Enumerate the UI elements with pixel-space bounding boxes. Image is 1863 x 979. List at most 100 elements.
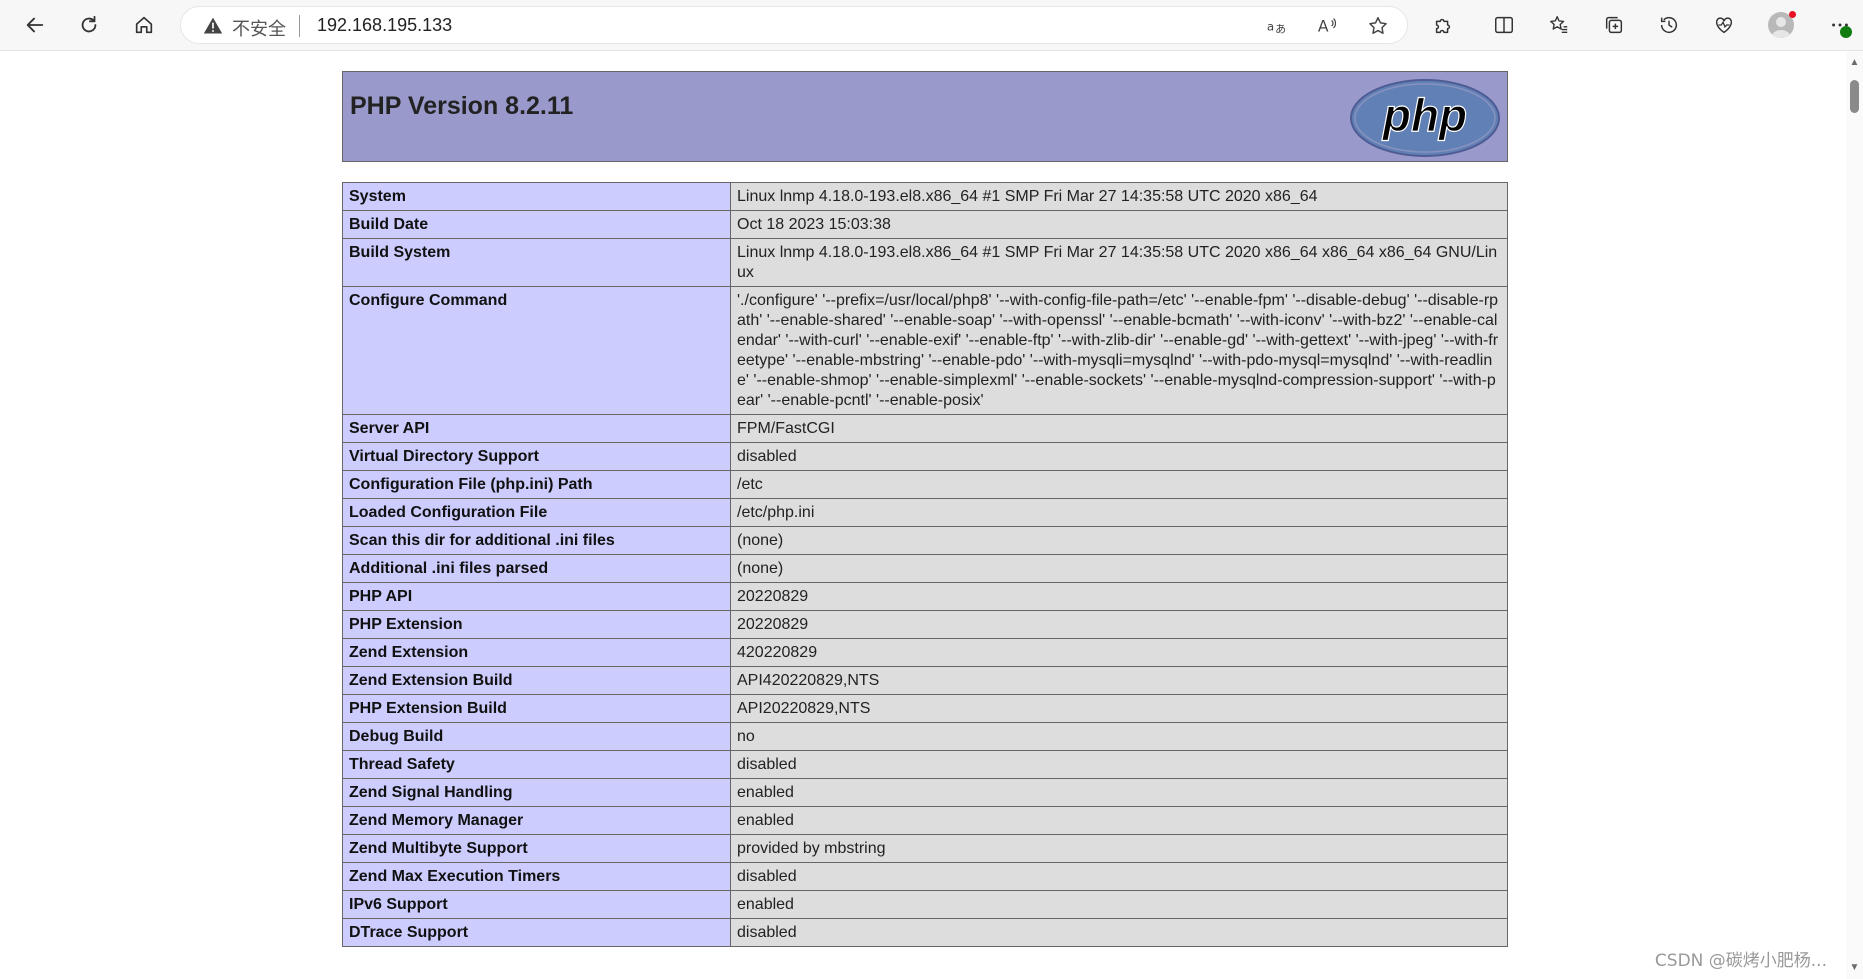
collections-button[interactable] [1596, 7, 1632, 43]
scroll-down-arrow-icon[interactable]: ▼ [1848, 963, 1861, 973]
table-row: PHP Extension 20220829 [342, 610, 1508, 639]
collections-icon [1605, 16, 1623, 34]
more-menu-button[interactable] [1822, 7, 1858, 43]
table-row: Zend Max Execution Timers disabled [342, 862, 1508, 891]
table-row: Zend Extension Build API420220829,NTS [342, 666, 1508, 695]
row-value: FPM/FastCGI [730, 414, 1508, 443]
heart-pulse-icon [1715, 17, 1733, 34]
table-row: PHP Extension Build API20220829,NTS [342, 694, 1508, 723]
row-value: API20220829,NTS [730, 694, 1508, 723]
refresh-button[interactable] [71, 7, 107, 43]
row-value: enabled [730, 890, 1508, 919]
row-key: DTrace Support [342, 918, 731, 947]
address-separator [299, 15, 300, 37]
row-key: Zend Multibyte Support [342, 834, 731, 863]
table-row: Virtual Directory Support disabled [342, 442, 1508, 471]
table-row: Loaded Configuration File/etc/php.ini [342, 498, 1508, 527]
row-key: Zend Max Execution Timers [342, 862, 731, 891]
profile-notification-dot [1789, 11, 1796, 18]
read-aloud-icon[interactable]: A [1316, 15, 1338, 37]
row-key: Zend Extension [342, 638, 731, 667]
history-icon [1660, 17, 1678, 34]
row-key: Additional .ini files parsed [342, 554, 731, 583]
row-value: enabled [730, 778, 1508, 807]
row-key: Thread Safety [342, 750, 731, 779]
row-value: Oct 18 2023 15:03:38 [730, 210, 1508, 239]
row-key: Scan this dir for additional .ini files [342, 526, 731, 555]
row-key: PHP Extension Build [342, 694, 731, 723]
row-value: /etc/php.ini [730, 498, 1508, 527]
vertical-scrollbar[interactable] [1846, 51, 1863, 979]
table-row: Zend Extension 420220829 [342, 638, 1508, 667]
puzzle-icon [1435, 18, 1451, 34]
security-label[interactable]: 不安全 [232, 15, 286, 41]
table-row: Build System Linux lnmp 4.18.0-193.el8.x8… [342, 238, 1508, 287]
svg-text:あ: あ [1275, 22, 1286, 35]
row-value: API420220829,NTS [730, 666, 1508, 695]
row-key: Build System [342, 238, 731, 287]
svg-text:a: a [1267, 20, 1274, 34]
warning-icon [203, 17, 223, 34]
row-key: Zend Signal Handling [342, 778, 731, 807]
row-value: 20220829 [730, 610, 1508, 639]
row-value: (none) [730, 526, 1508, 555]
row-value: disabled [730, 442, 1508, 471]
table-row: DTrace Support disabled [342, 918, 1508, 947]
table-row: Zend Signal Handling enabled [342, 778, 1508, 807]
table-row: Scan this dir for additional .ini files(… [342, 526, 1508, 555]
page-title: PHP Version 8.2.11 [350, 92, 574, 120]
performance-button[interactable] [1706, 7, 1742, 43]
row-key: System [342, 182, 731, 211]
favorites-list-icon [1550, 16, 1568, 34]
php-info-table-body: System Linux lnmp 4.18.0-193.el8.x86_64 #… [342, 182, 1508, 947]
url-text[interactable]: 192.168.195.133 [317, 15, 452, 36]
scroll-up-arrow-icon[interactable]: ▲ [1848, 58, 1861, 68]
refresh-icon [81, 15, 97, 33]
row-key: Configuration File (php.ini) Path [342, 470, 731, 499]
table-row: Configuration File (php.ini) Path/etc [342, 470, 1508, 499]
row-value: disabled [730, 750, 1508, 779]
browser-toolbar: 不安全 192.168.195.133 aあ A [0, 0, 1863, 51]
php-info-table: System Linux lnmp 4.18.0-193.el8.x86_64 #… [342, 182, 1508, 947]
row-key: Virtual Directory Support [342, 442, 731, 471]
watermark-text: CSDN @碳烤小肥杨... [1654, 951, 1827, 971]
favorite-star-icon[interactable] [1367, 15, 1389, 37]
translate-icon[interactable]: aあ [1266, 15, 1288, 37]
history-button[interactable] [1651, 7, 1687, 43]
split-screen-button[interactable] [1486, 7, 1522, 43]
row-key: PHP API [342, 582, 731, 611]
table-row: Build Date Oct 18 2023 15:03:38 [342, 210, 1508, 239]
row-key: Zend Extension Build [342, 666, 731, 695]
row-key: Zend Memory Manager [342, 806, 731, 835]
favorites-button[interactable] [1541, 7, 1577, 43]
table-row: Thread Safety disabled [342, 750, 1508, 779]
row-key: Debug Build [342, 722, 731, 751]
row-value: provided by mbstring [730, 834, 1508, 863]
scrollbar-thumb[interactable] [1850, 80, 1859, 113]
row-value: enabled [730, 806, 1508, 835]
row-value: Linux lnmp 4.18.0-193.el8.x86_64 #1 SMP … [730, 238, 1508, 287]
table-row: Additional .ini files parsed (none) [342, 554, 1508, 583]
svg-text:A: A [1318, 18, 1329, 36]
back-button[interactable] [17, 7, 53, 43]
row-value: 20220829 [730, 582, 1508, 611]
row-value: 420220829 [730, 638, 1508, 667]
table-row: IPv6 Support enabled [342, 890, 1508, 919]
home-icon [135, 16, 153, 34]
home-button[interactable] [126, 7, 162, 43]
php-logo-text: php [1381, 89, 1467, 141]
row-key: Build Date [342, 210, 731, 239]
split-screen-icon [1495, 16, 1513, 34]
row-value: (none) [730, 554, 1508, 583]
table-row: System Linux lnmp 4.18.0-193.el8.x86_64 #… [342, 182, 1508, 211]
row-key: Server API [342, 414, 731, 443]
row-value: Linux lnmp 4.18.0-193.el8.x86_64 #1 SMP … [730, 182, 1508, 211]
table-row: Server API FPM/FastCGI [342, 414, 1508, 443]
extensions-button[interactable] [1425, 7, 1461, 43]
table-row: Configure Command './configure' '--prefix… [342, 286, 1508, 415]
back-arrow-icon [26, 17, 44, 33]
address-bar[interactable]: 不安全 192.168.195.133 aあ A [180, 6, 1408, 44]
php-version-header: PHP Version 8.2.11 php [342, 71, 1508, 162]
row-key: Configure Command [342, 286, 731, 415]
row-key: IPv6 Support [342, 890, 731, 919]
